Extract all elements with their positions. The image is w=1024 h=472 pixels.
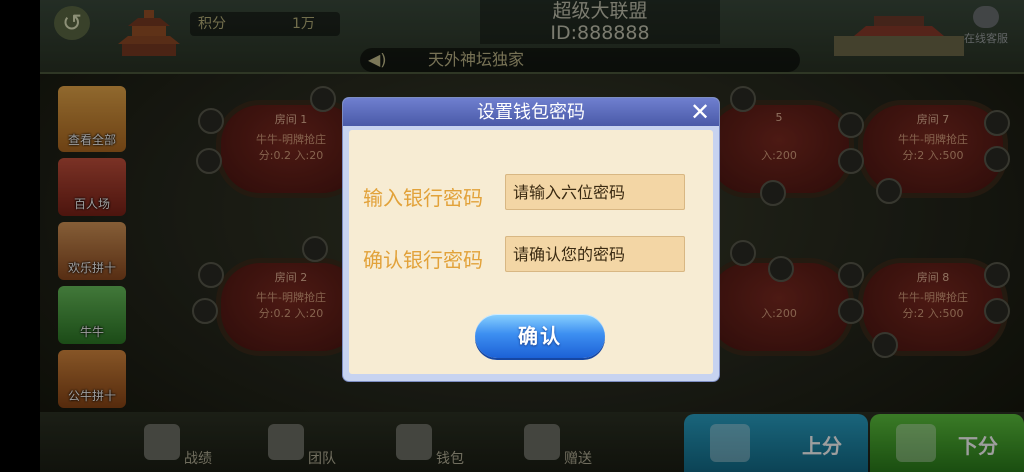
bank-password-input[interactable] (505, 174, 685, 210)
confirm-button[interactable]: 确认 (475, 314, 605, 358)
confirm-password-input[interactable] (505, 236, 685, 272)
close-icon[interactable]: ✕ (687, 99, 713, 125)
bank-password-label: 输入银行密码 (363, 186, 483, 210)
dialog-body: 输入银行密码 确认银行密码 确认 (349, 130, 713, 374)
confirm-password-label: 确认银行密码 (363, 248, 483, 272)
dialog-header: 设置钱包密码 ✕ (343, 98, 719, 126)
set-wallet-password-dialog: 设置钱包密码 ✕ 输入银行密码 确认银行密码 确认 (343, 98, 719, 381)
bank-password-input-box (505, 174, 685, 210)
confirm-password-input-box (505, 236, 685, 272)
dialog-title: 设置钱包密码 (477, 102, 585, 123)
